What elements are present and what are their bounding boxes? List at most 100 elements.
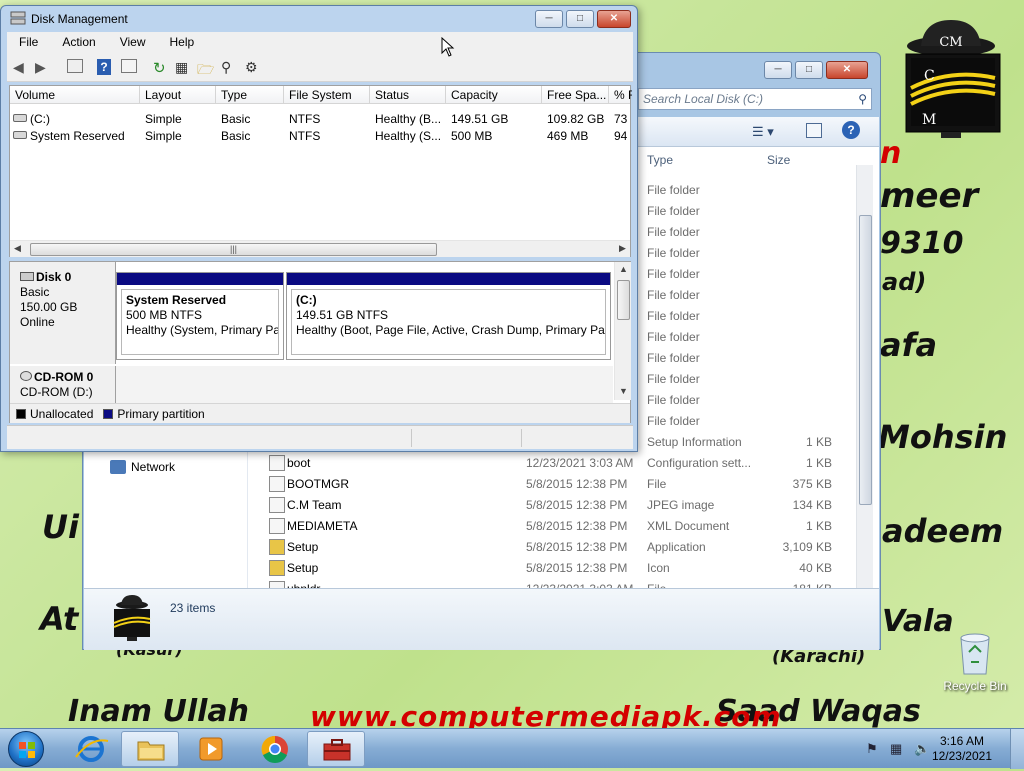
- recycle-bin-label: Recycle Bin: [943, 679, 1007, 693]
- view-options-icon[interactable]: ☰ ▾: [752, 124, 774, 140]
- column-header-type[interactable]: Type: [216, 86, 284, 104]
- partition-status: Healthy (System, Primary Par: [126, 323, 279, 337]
- preview-pane-icon[interactable]: [806, 123, 822, 138]
- taskbar-media-player[interactable]: [182, 731, 240, 767]
- network-tray-icon[interactable]: ▦: [890, 741, 902, 757]
- file-type-cell: File folder: [647, 351, 700, 365]
- explorer-scrollbar[interactable]: ▼: [856, 165, 873, 641]
- properties-icon[interactable]: [121, 59, 137, 73]
- volume-icon[interactable]: 🔈: [914, 741, 930, 757]
- cdrom-icon: [20, 371, 32, 381]
- file-icon: [269, 560, 285, 576]
- horizontal-scrollbar[interactable]: ◀ ||| ▶: [10, 240, 630, 257]
- legend: Unallocated Primary partition: [10, 403, 630, 423]
- minimize-button[interactable]: ─: [764, 61, 792, 79]
- settings-icon[interactable]: ⚙: [245, 59, 263, 77]
- taskbar-windows-explorer[interactable]: [121, 731, 179, 767]
- menu-action[interactable]: Action: [50, 32, 107, 54]
- help-icon[interactable]: ?: [842, 121, 860, 139]
- file-row[interactable]: MEDIAMETA 5/8/2015 12:38 PM XML Document 1 …: [83, 516, 880, 537]
- forward-arrow-icon[interactable]: ▶: [35, 59, 53, 77]
- column-header-volume[interactable]: Volume: [10, 86, 140, 104]
- explore-icon[interactable]: ⚲: [221, 59, 239, 77]
- file-icon: [269, 539, 285, 555]
- column-header-size[interactable]: Size: [767, 153, 790, 167]
- column-header-capacity[interactable]: Capacity: [446, 86, 542, 104]
- taskbar-chrome[interactable]: [246, 731, 304, 767]
- layout-cell: Simple: [145, 129, 182, 143]
- start-button[interactable]: [8, 731, 44, 767]
- legend-primary: Primary partition: [117, 406, 205, 421]
- file-date-cell: 5/8/2015 12:38 PM: [526, 540, 628, 554]
- scroll-up-arrow[interactable]: ▲: [619, 264, 628, 274]
- menu-view[interactable]: View: [108, 32, 158, 54]
- show-desktop-button[interactable]: [1010, 729, 1024, 769]
- scrollbar-thumb[interactable]: |||: [30, 243, 437, 256]
- maximize-button[interactable]: □: [795, 61, 823, 79]
- file-size-cell: 3,109 KB: [782, 540, 832, 554]
- action-center-icon[interactable]: ⚑: [866, 741, 878, 757]
- file-type-cell: File folder: [647, 204, 700, 218]
- vertical-scrollbar[interactable]: ▲ ▼: [614, 262, 631, 400]
- file-row[interactable]: boot 12/23/2021 3:03 AM Configuration sett…: [83, 453, 880, 474]
- taskbar: ⚑ ▦ 🔈 3:16 AM 12/23/2021: [0, 728, 1024, 769]
- search-icon[interactable]: ⚲: [858, 92, 867, 106]
- toolbox-icon: [323, 739, 351, 761]
- taskbar-internet-explorer[interactable]: [62, 731, 120, 767]
- maximize-button[interactable]: □: [566, 10, 594, 28]
- column-header-status[interactable]: Status: [370, 86, 446, 104]
- volume-row[interactable]: (C:) Simple Basic NTFS Healthy (B... 149.51 G…: [10, 110, 630, 127]
- file-row[interactable]: Setup 5/8/2015 12:38 PM Application 3,109 K…: [83, 537, 880, 558]
- explorer-statusbar: 23 items: [84, 588, 879, 650]
- scroll-left-arrow[interactable]: ◀: [14, 243, 21, 254]
- column-header-free-space[interactable]: Free Spa...: [542, 86, 609, 104]
- column-header-type[interactable]: Type: [647, 153, 673, 167]
- volume-row[interactable]: System Reserved Simple Basic NTFS Healthy (S…: [10, 127, 630, 144]
- cdrom-title: CD-ROM 0: [20, 370, 105, 385]
- file-row[interactable]: C.M Team 5/8/2015 12:38 PM JPEG image 134 K…: [83, 495, 880, 516]
- cdrom-0-label[interactable]: CD-ROM 0 CD-ROM (D:): [10, 366, 116, 403]
- menu-help[interactable]: Help: [158, 32, 207, 54]
- open-folder-icon[interactable]: 🗁: [197, 59, 215, 77]
- cdrom-area[interactable]: [116, 366, 613, 403]
- scroll-down-arrow[interactable]: ▼: [619, 386, 628, 396]
- scrollbar-thumb[interactable]: [859, 215, 872, 505]
- column-header-layout[interactable]: Layout: [140, 86, 216, 104]
- file-size-cell: 1 KB: [805, 456, 832, 470]
- back-arrow-icon[interactable]: ◀: [13, 59, 31, 77]
- scroll-right-arrow[interactable]: ▶: [619, 243, 626, 254]
- close-button[interactable]: ✕: [826, 61, 868, 79]
- console-tree-icon[interactable]: [67, 59, 83, 73]
- rescan-icon[interactable]: ▦: [175, 59, 193, 77]
- column-header-percent-free[interactable]: % F: [609, 86, 632, 104]
- recycle-bin[interactable]: Recycle Bin: [942, 630, 1008, 693]
- disk-graphical-view[interactable]: Disk 0 Basic 150.00 GB Online System Res…: [9, 261, 631, 423]
- file-icon: [269, 455, 285, 471]
- search-input[interactable]: Search Local Disk (C:) ⚲: [638, 88, 872, 110]
- file-type-cell: File folder: [647, 414, 700, 428]
- partition-system-reserved[interactable]: System Reserved 500 MB NTFS Healthy (Sys…: [116, 272, 284, 360]
- taskbar-disk-management[interactable]: [307, 731, 365, 767]
- volume-list[interactable]: Volume Layout Type File System Status Ca…: [9, 85, 632, 257]
- help-icon[interactable]: ?: [97, 59, 111, 75]
- disk-size: 150.00 GB: [20, 300, 78, 314]
- file-type-cell: File folder: [647, 246, 700, 260]
- file-type-cell: File folder: [647, 225, 700, 239]
- column-header-file-system[interactable]: File System: [284, 86, 370, 104]
- partition-c-drive[interactable]: (C:) 149.51 GB NTFS Healthy (Boot, Page …: [286, 272, 611, 360]
- menu-file[interactable]: File: [7, 32, 50, 54]
- file-name-cell: C.M Team: [287, 498, 342, 512]
- close-button[interactable]: ✕: [597, 10, 631, 28]
- tray-clock[interactable]: 3:16 AM 12/23/2021: [932, 734, 992, 764]
- file-type-cell: JPEG image: [647, 498, 715, 512]
- disk-management-window[interactable]: Disk Management ─ □ ✕ File Action View H…: [0, 5, 638, 452]
- file-row[interactable]: Setup 5/8/2015 12:38 PM Icon 40 KB: [83, 558, 880, 579]
- file-date-cell: 5/8/2015 12:38 PM: [526, 477, 628, 491]
- volume-cell: (C:): [30, 112, 50, 126]
- minimize-button[interactable]: ─: [535, 10, 563, 28]
- scrollbar-thumb[interactable]: [617, 280, 630, 320]
- refresh-icon[interactable]: ↻: [153, 59, 171, 77]
- file-row[interactable]: BOOTMGR 5/8/2015 12:38 PM File 375 KB: [83, 474, 880, 495]
- disk-0-label[interactable]: Disk 0 Basic 150.00 GB Online: [10, 262, 116, 364]
- layout-cell: Simple: [145, 112, 182, 126]
